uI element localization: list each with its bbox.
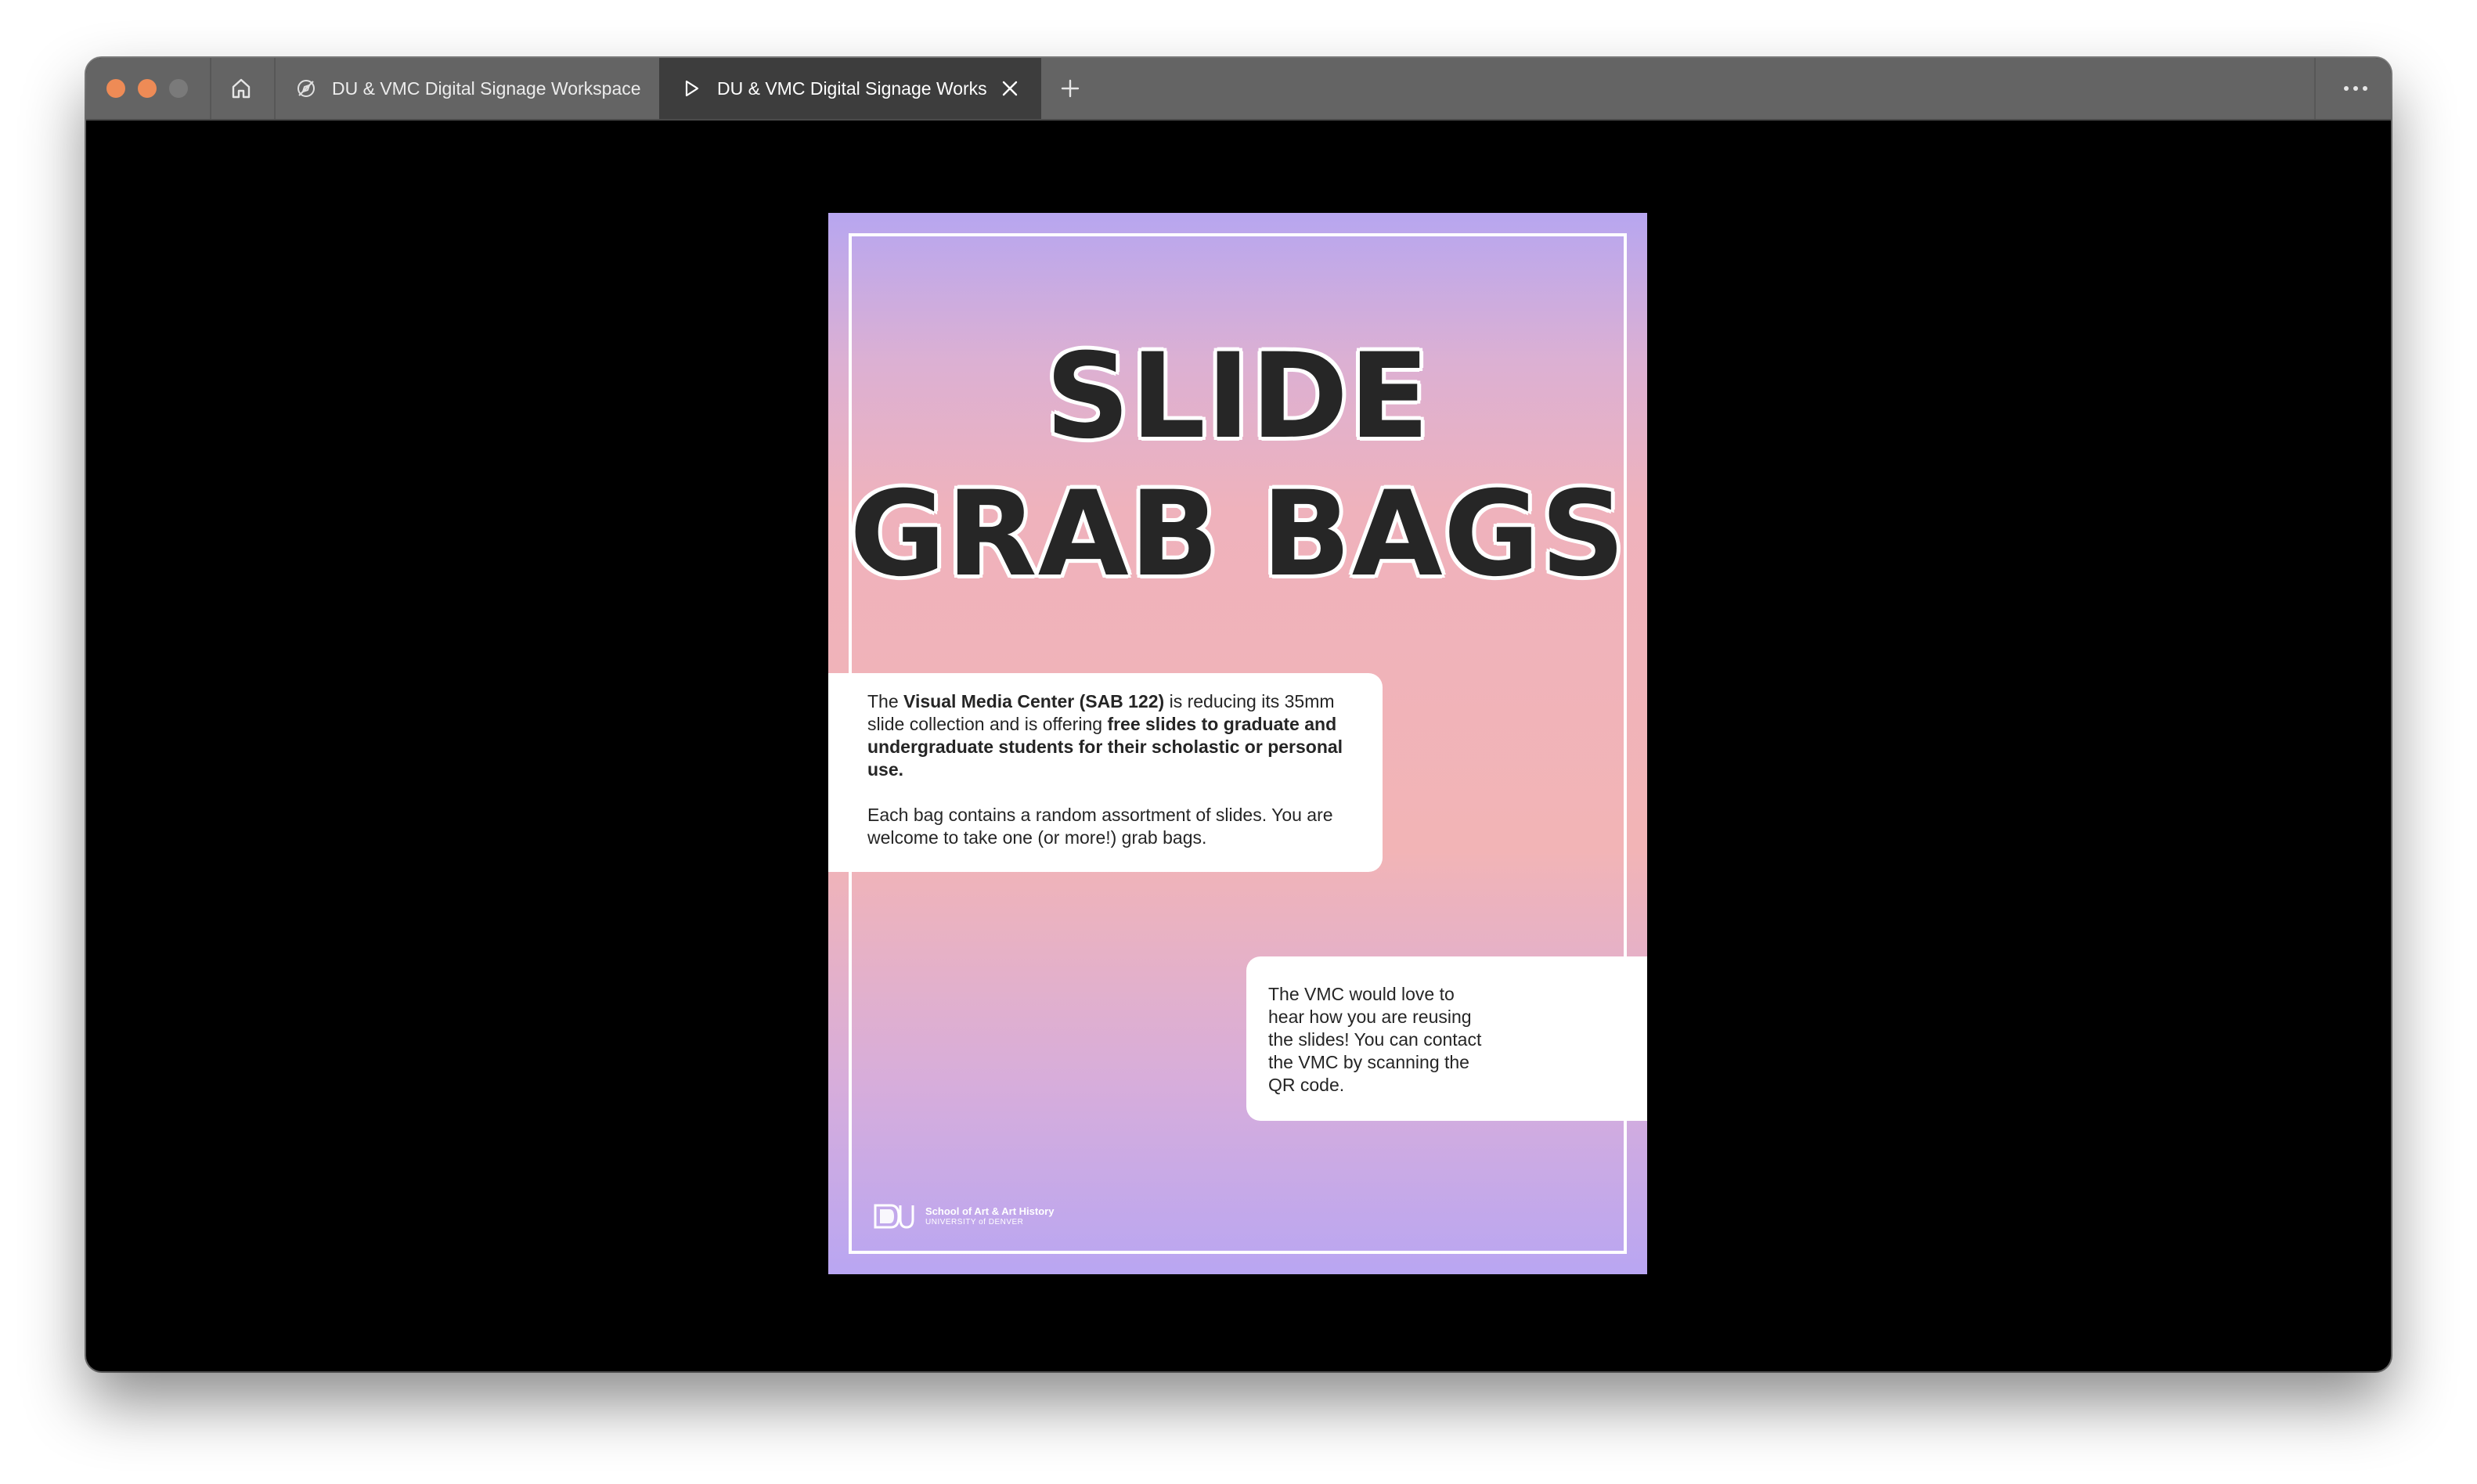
- headline-line-1: SLIDE: [1045, 329, 1430, 465]
- info-card: The Visual Media Center (SAB 122) is red…: [828, 673, 1383, 872]
- info-paragraph-1: The Visual Media Center (SAB 122) is red…: [867, 690, 1351, 781]
- close-tab-icon[interactable]: [999, 77, 1021, 99]
- more-options-icon[interactable]: [2336, 77, 2375, 100]
- new-tab-plus-icon[interactable]: [1057, 75, 1083, 102]
- headline-line-2: GRAB BAGS: [849, 466, 1626, 603]
- du-logo-mark-icon: [874, 1204, 914, 1229]
- minimize-window-button[interactable]: [138, 79, 157, 98]
- home-icon[interactable]: [225, 73, 257, 104]
- school-name: School of Art & Art History: [925, 1205, 1055, 1217]
- contact-text: The VMC would love to hear how you are r…: [1268, 984, 1482, 1095]
- university-name: UNIVERSITY of DENVER: [925, 1218, 1024, 1226]
- title-bar: DU & VMC Digital Signage Workspace DU & …: [86, 58, 2391, 121]
- close-window-button[interactable]: [106, 79, 125, 98]
- tab-title: DU & VMC Digital Signage Workspace: [717, 77, 986, 99]
- compass-tab-icon: [297, 80, 315, 97]
- tab-title: DU & VMC Digital Signage Workspace: [332, 77, 641, 99]
- text-vmc-location: Visual Media Center (SAB 122): [903, 691, 1165, 711]
- signage-poster: SLIDE GRAB BAGS The Visual Media Center …: [828, 213, 1647, 1274]
- tab-workspace-active[interactable]: DU & VMC Digital Signage Workspace: [659, 58, 1041, 119]
- titlebar-divider: [2314, 58, 2316, 119]
- maximize-window-button[interactable]: [169, 79, 188, 98]
- tab-workspace-inactive[interactable]: DU & VMC Digital Signage Workspace: [276, 58, 651, 119]
- play-tab-icon: [685, 80, 699, 97]
- titlebar-divider: [210, 58, 211, 119]
- info-paragraph-2: Each bag contains a random assortment of…: [867, 805, 1333, 848]
- du-school-logo: School of Art & Art History UNIVERSITY o…: [874, 1202, 1054, 1230]
- contact-card: The VMC would love to hear how you are r…: [1246, 956, 1647, 1121]
- text-intro: The: [867, 691, 904, 711]
